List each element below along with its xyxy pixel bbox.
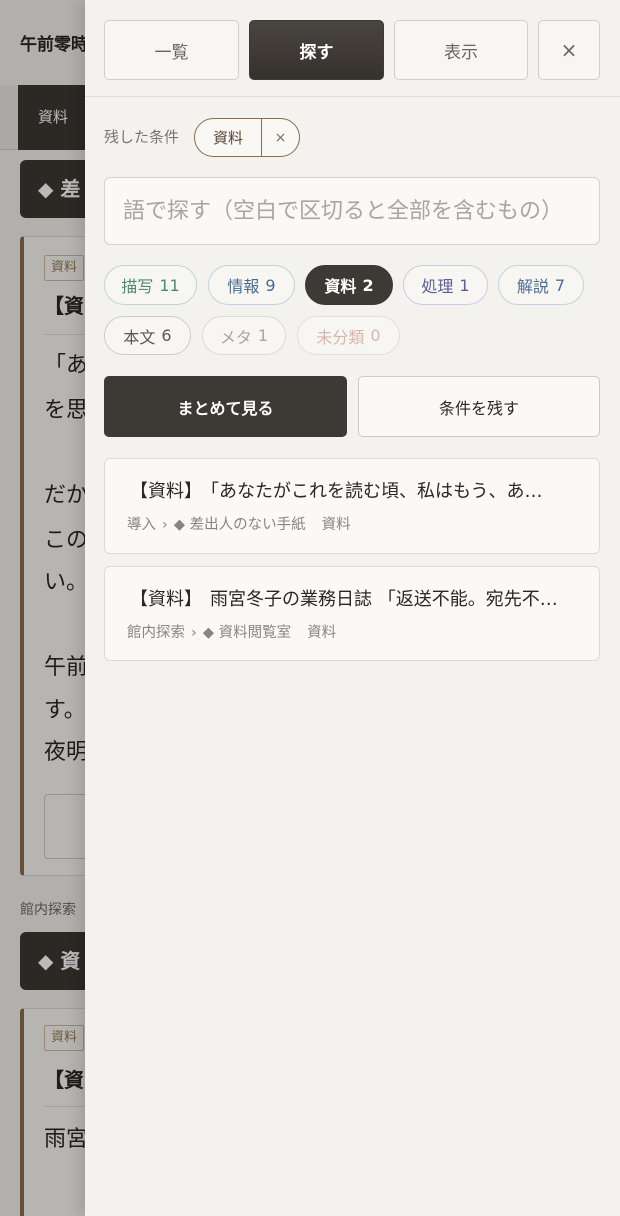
result-breadcrumb: 導入 › ◆ 差出人のない手紙 資料 xyxy=(127,514,577,536)
filter-chip-count: 0 xyxy=(370,326,381,345)
filter-chip-label: メタ xyxy=(219,327,252,347)
result-title-text: 雨宮冬子の業務日誌 「返送不能。宛先不… xyxy=(210,589,558,610)
result-title: 【資料】 「あなたがこれを読む頃、私はもう、あ… xyxy=(130,479,575,505)
close-icon: × xyxy=(274,129,287,146)
tab-search[interactable]: 探す xyxy=(249,20,384,80)
filter-chip-label: 解説 xyxy=(516,277,549,296)
save-conditions-button[interactable]: 条件を残す xyxy=(358,376,600,437)
result-type: 資料 xyxy=(307,625,337,641)
result-tag: 【資料】 xyxy=(130,589,202,610)
saved-conditions-label: 残した条件 xyxy=(104,128,180,146)
saved-condition-chip-label[interactable]: 資料 xyxy=(195,119,262,156)
filter-chip-count: 1 xyxy=(459,275,470,295)
breadcrumb-root: 館内探索 xyxy=(127,625,185,641)
filter-chip-processing[interactable]: 処理 1 xyxy=(403,265,488,305)
breadcrumb-root: 導入 xyxy=(127,517,156,533)
filter-chip-label: 本文 xyxy=(123,327,156,347)
panel-header: 一覧 探す 表示 × xyxy=(85,0,620,97)
breadcrumb-location: ◆ 差出人のない手紙 xyxy=(173,517,306,533)
filter-chip-materials[interactable]: 資料 2 xyxy=(305,265,393,305)
search-result-item[interactable]: 【資料】 「あなたがこれを読む頃、私はもう、あ… 導入 › ◆ 差出人のない手紙 資料 xyxy=(104,458,600,554)
tab-display[interactable]: 表示 xyxy=(394,20,528,80)
filter-chip-count: 11 xyxy=(159,275,180,295)
filter-chip-body[interactable]: 本文 6 xyxy=(104,316,191,355)
filter-chip-uncategorized[interactable]: 未分類 0 xyxy=(297,316,400,355)
filter-chip-count: 2 xyxy=(362,275,374,295)
filter-chip-label: 処理 xyxy=(421,277,454,296)
filter-chip-count: 7 xyxy=(554,275,566,295)
filter-chip-meta[interactable]: メタ 1 xyxy=(202,316,286,355)
filter-chip-description[interactable]: 描写 11 xyxy=(104,265,197,305)
view-together-button[interactable]: まとめて見る xyxy=(104,376,347,437)
result-breadcrumb: 館内探索 › ◆ 資料閲覧室 資料 xyxy=(127,622,577,644)
chevron-right-icon: › xyxy=(191,625,197,641)
search-input[interactable] xyxy=(104,177,600,245)
breadcrumb-location: ◆ 資料閲覧室 xyxy=(202,625,292,641)
chevron-right-icon: › xyxy=(162,517,168,533)
search-panel: 一覧 探す 表示 × 残した条件 資料 × 描写 11 情報 9 資料 2 処理… xyxy=(85,0,620,1216)
close-button[interactable]: × xyxy=(538,20,600,80)
close-icon: × xyxy=(560,38,578,62)
filter-chip-label: 描写 xyxy=(121,277,154,296)
filter-chip-count: 9 xyxy=(265,275,276,295)
saved-condition-chip: 資料 × xyxy=(194,118,300,157)
filter-chip-label: 資料 xyxy=(324,277,357,296)
remove-condition-button[interactable]: × xyxy=(262,119,299,156)
filter-chip-count: 1 xyxy=(257,326,269,345)
result-type: 資料 xyxy=(321,517,351,533)
filter-chip-count: 6 xyxy=(161,326,172,345)
filter-chip-label: 未分類 xyxy=(316,327,365,347)
result-tag: 【資料】 xyxy=(130,481,202,502)
filter-chip-commentary[interactable]: 解説 7 xyxy=(498,265,584,305)
tab-list[interactable]: 一覧 xyxy=(104,20,239,80)
result-title: 【資料】 雨宮冬子の業務日誌 「返送不能。宛先不… xyxy=(130,587,575,613)
filter-chip-info[interactable]: 情報 9 xyxy=(208,265,295,305)
search-result-item[interactable]: 【資料】 雨宮冬子の業務日誌 「返送不能。宛先不… 館内探索 › ◆ 資料閲覧室 資料 xyxy=(104,566,600,661)
filter-chip-label: 情報 xyxy=(227,277,260,296)
result-title-text: 「あなたがこれを読む頃、私はもう、あ… xyxy=(210,481,543,502)
